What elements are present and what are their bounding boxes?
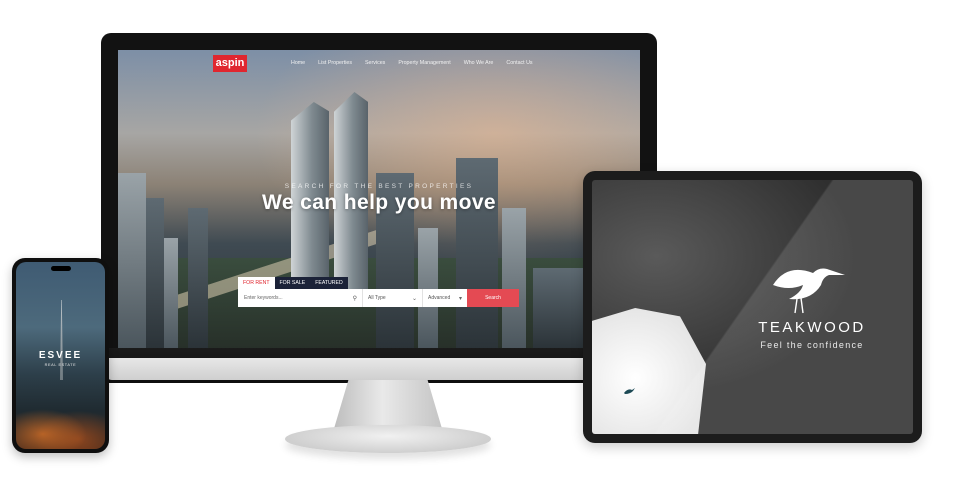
hero-title: We can help you move [261, 191, 496, 214]
hero-subtitle: SEARCH FOR THE BEST PROPERTIES [284, 183, 474, 190]
caret-down-icon: ▾ [458, 295, 462, 302]
keyword-field-wrap: ⚲ [238, 289, 363, 307]
property-search-bar: ⚲ All Type ⌄ Advanced ▾ Search [238, 289, 519, 307]
phone-screen: ESVEE REAL ESTATE [16, 262, 105, 449]
esvee-tagline: REAL ESTATE [44, 363, 77, 367]
building [164, 238, 178, 348]
site-logo[interactable]: aspin [213, 54, 247, 72]
city-lights [16, 399, 105, 449]
monitor-bottom-bezel [106, 358, 654, 380]
building [502, 208, 526, 348]
chevron-down-icon: ⌄ [411, 295, 417, 302]
search-tabs: FOR RENT FOR SALE FEATURED [238, 277, 348, 289]
nav-item-property-management[interactable]: Property Management [398, 60, 450, 66]
tablet-device: TEAKWOOD Feel the confidence [583, 171, 922, 443]
phone-notch [51, 266, 71, 271]
tower-spire [60, 300, 63, 380]
teakwood-brand: TEAKWOOD [758, 319, 866, 336]
nav-item-services[interactable]: Services [365, 60, 385, 66]
nav-item-home[interactable]: Home [291, 60, 305, 66]
monitor-stand-foot [285, 425, 491, 453]
nav-item-list-properties[interactable]: List Properties [318, 60, 352, 66]
teakwood-tagline: Feel the confidence [760, 340, 864, 350]
building [146, 198, 164, 348]
phone-device: ESVEE REAL ESTATE [12, 258, 109, 453]
tab-for-sale[interactable]: FOR SALE [274, 277, 311, 289]
building [188, 208, 208, 348]
search-button[interactable]: Search [467, 289, 519, 307]
tablet-screen: TEAKWOOD Feel the confidence [592, 180, 913, 434]
nav-item-contact-us[interactable]: Contact Us [506, 60, 532, 66]
esvee-brand: ESVEE [38, 350, 83, 361]
crane-logo-icon [773, 268, 845, 314]
keyword-input[interactable] [244, 295, 339, 301]
search-icon: ⚲ [352, 295, 357, 302]
site-nav: Home List Properties Services Property M… [291, 60, 533, 66]
tab-for-rent[interactable]: FOR RENT [238, 277, 275, 289]
nav-item-who-we-are[interactable]: Who We Are [464, 60, 494, 66]
site-header: aspin Home List Properties Services Prop… [118, 50, 640, 76]
advanced-label: Advanced [428, 295, 451, 301]
type-select-value: All Type [368, 295, 386, 301]
desktop-screen: aspin Home List Properties Services Prop… [118, 50, 640, 348]
building [418, 228, 438, 348]
desktop-monitor: aspin Home List Properties Services Prop… [101, 33, 657, 383]
advanced-toggle[interactable]: Advanced ▾ [423, 289, 467, 307]
tablet-glare [592, 180, 913, 434]
tab-featured[interactable]: FEATURED [310, 277, 348, 289]
type-select[interactable]: All Type ⌄ [363, 289, 423, 307]
